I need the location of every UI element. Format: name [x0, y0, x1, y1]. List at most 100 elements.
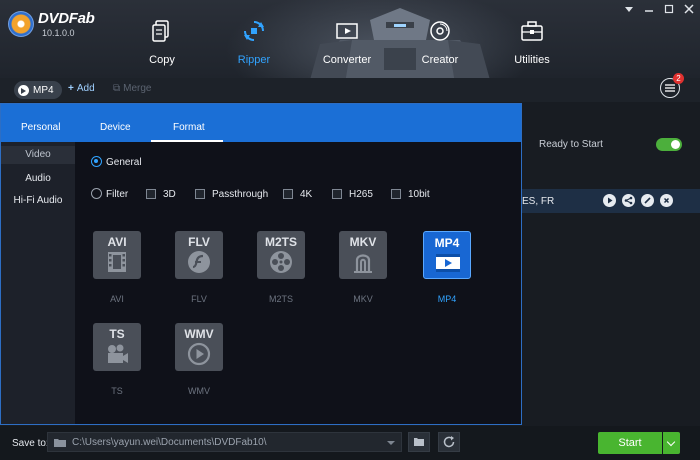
filter-10bit-label: 10bit	[408, 189, 430, 200]
browse-folder-button[interactable]	[408, 432, 430, 452]
format-tile-title: WMV	[184, 327, 214, 341]
header: DVDFab 10.1.0.0 Copy Ripper Converter Cr…	[0, 0, 700, 104]
profile-format-button[interactable]: MP4	[14, 81, 62, 99]
filter-passthrough-label: Passthrough	[212, 189, 269, 200]
nav-utilities-label: Utilities	[514, 54, 550, 66]
edit-icon[interactable]	[641, 194, 654, 207]
reel-icon	[270, 251, 292, 273]
format-caption-m2ts: M2TS	[268, 294, 293, 304]
chevron-down-icon[interactable]	[387, 441, 395, 445]
remove-icon[interactable]	[660, 194, 673, 207]
queue-count-badge: 2	[673, 73, 684, 84]
format-tile-wmv[interactable]: WMV	[175, 323, 223, 371]
sidebar-item-video[interactable]: Video	[1, 146, 75, 164]
filter-4k-checkbox[interactable]	[283, 189, 293, 199]
play-circle-icon	[18, 84, 29, 96]
profile-format-label: MP4	[33, 84, 54, 96]
tab-format[interactable]: Format	[173, 122, 205, 133]
minimize-icon[interactable]	[644, 4, 654, 14]
nav-creator-label: Creator	[421, 54, 459, 66]
panel-tabs: Personal Device Format	[1, 104, 521, 142]
save-to-label: Save to:	[12, 438, 49, 449]
merge-button[interactable]: ⧉ Merge	[113, 83, 152, 94]
refresh-button[interactable]	[438, 432, 460, 452]
filter-10bit-checkbox[interactable]	[391, 189, 401, 199]
open-folder-icon	[414, 438, 424, 446]
maximize-icon[interactable]	[664, 4, 674, 14]
panel-sidebar: Video Audio Hi-Fi Audio	[1, 142, 75, 424]
dvdfab-logo: DVDFab 10.1.0.0	[8, 10, 95, 38]
nav-converter[interactable]: Converter	[302, 20, 392, 66]
profile-format-panel: Personal Device Format Video Audio Hi-Fi…	[0, 103, 522, 425]
film-icon	[108, 252, 126, 272]
play-circle-icon	[187, 342, 211, 366]
format-tile-title: TS	[109, 327, 125, 341]
filter-3d-label: 3D	[163, 189, 176, 200]
nav-converter-label: Converter	[322, 54, 372, 66]
toolbar: MP4 + Add ⧉ Merge 2	[0, 73, 700, 102]
format-caption-ts: TS	[111, 386, 123, 396]
app-name: DVDFab	[38, 10, 95, 27]
nav-creator[interactable]: Creator	[395, 20, 485, 66]
filter-h265-label: H265	[349, 189, 373, 200]
utilities-icon	[521, 21, 543, 41]
nav-copy[interactable]: Copy	[117, 20, 207, 66]
format-tile-mkv[interactable]: MKV	[339, 231, 387, 279]
folder-icon	[54, 439, 66, 447]
merge-label: Merge	[123, 83, 152, 94]
settings-menu-icon[interactable]	[624, 4, 634, 14]
add-label: Add	[76, 83, 95, 94]
format-caption-mp4: MP4	[437, 294, 457, 304]
format-tile-title: MP4	[434, 236, 460, 250]
general-radio[interactable]	[91, 156, 102, 167]
title-row-actions	[603, 194, 673, 207]
format-tile-flv[interactable]: FLV	[175, 231, 223, 279]
filter-3d-checkbox[interactable]	[146, 189, 156, 199]
format-tile-mp4[interactable]: MP4	[423, 231, 471, 279]
logo-disc-icon	[8, 11, 34, 37]
window-controls	[624, 4, 694, 14]
nav-ripper[interactable]: Ripper	[209, 20, 299, 66]
format-tile-m2ts[interactable]: M2TS	[257, 231, 305, 279]
refresh-icon	[443, 436, 455, 448]
play-icon[interactable]	[603, 194, 616, 207]
format-caption-flv: FLV	[191, 294, 207, 304]
format-tile-ts[interactable]: TS	[93, 323, 141, 371]
sidebar-item-audio[interactable]: Audio	[1, 170, 75, 188]
format-tile-title: M2TS	[264, 235, 297, 249]
task-queue-button[interactable]: 2	[660, 73, 684, 98]
output-path-text: C:\Users\yayun.wei\Documents\DVDFab10\	[72, 437, 267, 448]
ready-to-start-toggle[interactable]	[656, 138, 682, 151]
sidebar-item-hifi-audio[interactable]: Hi-Fi Audio	[1, 192, 75, 210]
dvdfab-window: DVDFab 10.1.0.0 Copy Ripper Converter Cr…	[0, 0, 700, 460]
format-tile-title: FLV	[188, 235, 210, 249]
add-button[interactable]: + Add	[68, 83, 95, 94]
merge-icon: ⧉	[113, 83, 121, 94]
format-caption-wmv: WMV	[188, 386, 210, 396]
tab-personal[interactable]: Personal	[21, 122, 60, 133]
tab-device[interactable]: Device	[100, 122, 131, 133]
output-path-field[interactable]: C:\Users\yayun.wei\Documents\DVDFab10\	[47, 432, 402, 452]
format-caption-avi: AVI	[110, 294, 124, 304]
subtitle-languages: ES, FR	[522, 196, 555, 207]
start-options-chevron-icon[interactable]	[663, 432, 680, 454]
share-icon[interactable]	[622, 194, 635, 207]
nav-copy-label: Copy	[149, 54, 175, 66]
video-play-icon	[436, 254, 460, 272]
filter-4k-label: 4K	[300, 189, 313, 200]
plus-icon: +	[68, 83, 74, 94]
close-icon[interactable]	[684, 4, 694, 14]
filter-h265-checkbox[interactable]	[332, 189, 342, 199]
flash-icon	[188, 251, 210, 273]
nav-ripper-label: Ripper	[237, 54, 271, 66]
filter-passthrough-checkbox[interactable]	[195, 189, 205, 199]
general-label: General	[106, 157, 142, 168]
creator-icon	[430, 21, 450, 41]
filter-label: Filter	[106, 189, 129, 200]
format-tile-avi[interactable]: AVI	[93, 231, 141, 279]
ripper-icon	[244, 21, 264, 41]
start-button[interactable]: Start	[598, 432, 662, 454]
format-tile-title: MKV	[349, 235, 377, 249]
filter-radio[interactable]	[91, 188, 102, 199]
nav-utilities[interactable]: Utilities	[487, 20, 577, 66]
